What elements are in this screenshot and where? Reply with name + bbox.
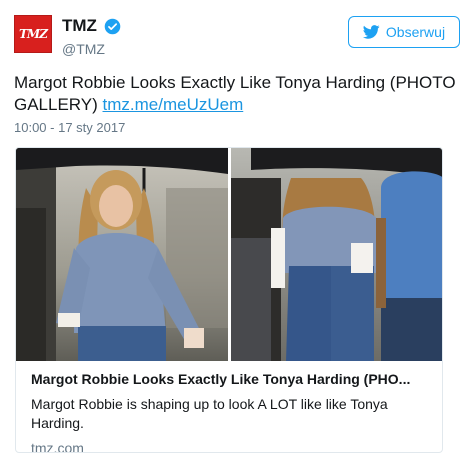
tweet-text: Margot Robbie Looks Exactly Like Tonya H… bbox=[14, 72, 460, 116]
account-handle[interactable]: @TMZ bbox=[62, 41, 121, 57]
link-card[interactable]: Margot Robbie Looks Exactly Like Tonya H… bbox=[15, 147, 443, 453]
card-photo-left[interactable] bbox=[16, 148, 228, 361]
tweet-timestamp[interactable]: 10:00 - 17 sty 2017 bbox=[14, 120, 125, 135]
card-photos[interactable] bbox=[16, 148, 442, 361]
tweet-link[interactable]: tmz.me/meUzUem bbox=[103, 95, 244, 114]
tweet-header: TMZ TMZ @TMZ Obserwuj bbox=[14, 12, 460, 62]
avatar-logo-text: TMZ bbox=[19, 27, 48, 41]
display-name[interactable]: TMZ bbox=[62, 16, 97, 36]
verified-badge-icon bbox=[105, 18, 121, 34]
follow-button[interactable]: Obserwuj bbox=[348, 16, 460, 48]
account-info[interactable]: TMZ @TMZ bbox=[62, 16, 121, 57]
card-description: Margot Robbie is shaping up to look A LO… bbox=[31, 396, 388, 431]
card-title[interactable]: Margot Robbie Looks Exactly Like Tonya H… bbox=[31, 370, 431, 388]
avatar[interactable]: TMZ bbox=[14, 15, 52, 53]
follow-button-label: Obserwuj bbox=[385, 24, 446, 40]
card-photo-right[interactable] bbox=[231, 148, 442, 361]
card-body[interactable]: Margot Robbie Looks Exactly Like Tonya H… bbox=[31, 370, 431, 452]
bird-icon bbox=[362, 25, 380, 39]
card-domain[interactable]: tmz.com bbox=[31, 440, 431, 452]
